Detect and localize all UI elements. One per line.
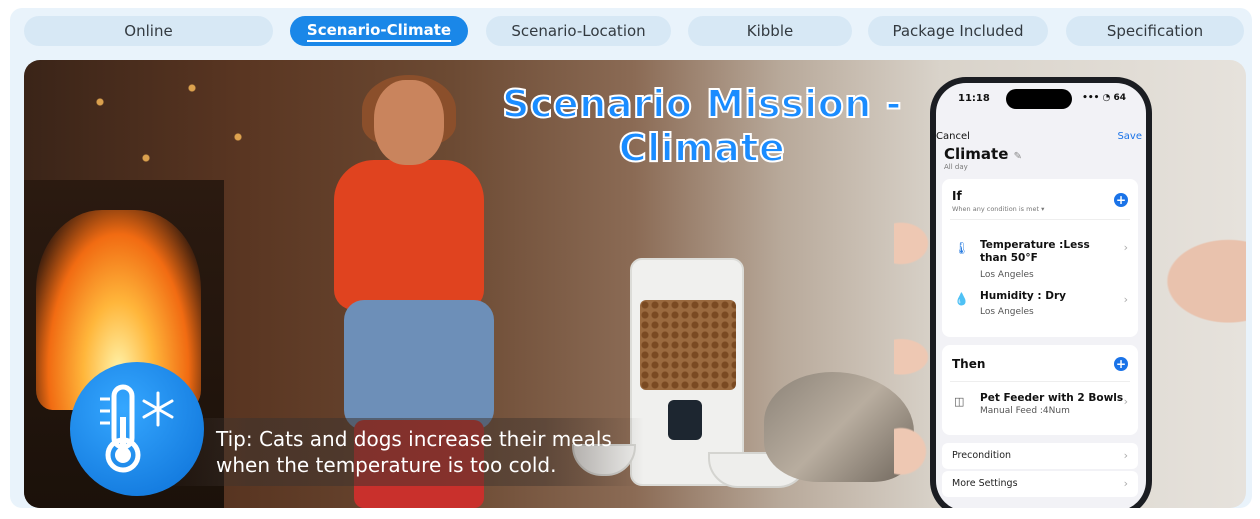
- tab-label: Online: [124, 22, 173, 40]
- if-card: If When any condition is met ▾ + 🌡 Tempe…: [942, 179, 1138, 337]
- tab-label: Kibble: [746, 22, 794, 40]
- condition-mode-dropdown[interactable]: When any condition is met ▾: [952, 205, 1044, 213]
- more-settings-row[interactable]: More Settings ›: [942, 471, 1138, 497]
- scene-subtitle: All day: [944, 163, 968, 171]
- scene-title: Climate ✎: [944, 145, 1022, 163]
- action-subtitle: Manual Feed :4Num: [980, 406, 1070, 416]
- cancel-button[interactable]: Cancel: [936, 131, 970, 142]
- tip-text: Tip: Cats and dogs increase their meals …: [216, 426, 636, 478]
- add-action-plus-icon[interactable]: +: [1114, 357, 1128, 371]
- condition-title: Humidity : Dry: [980, 290, 1067, 302]
- tab-scenario-location[interactable]: Scenario-Location: [486, 16, 671, 46]
- status-bar: 11:18 ••• ◔ 64: [958, 93, 1136, 107]
- phone-screen: 11:18 ••• ◔ 64 Cancel Save Climate ✎ All…: [936, 83, 1146, 508]
- save-button[interactable]: Save: [1117, 131, 1142, 142]
- then-card: Then + ◫ Pet Feeder with 2 Bowls Manual …: [942, 345, 1138, 435]
- precondition-label: Precondition: [952, 450, 1012, 461]
- tab-kibble[interactable]: Kibble: [688, 16, 852, 46]
- tab-label: Package Included: [892, 22, 1024, 40]
- cat-image: [764, 372, 914, 482]
- thermometer-icon: 🌡: [954, 241, 970, 255]
- thermometer-snowflake-icon: [70, 362, 204, 496]
- status-icons: ••• ◔ 64: [1082, 93, 1126, 103]
- tab-label: Specification: [1106, 22, 1204, 40]
- chevron-right-icon: ›: [1123, 449, 1128, 462]
- condition-location: Los Angeles: [980, 307, 1034, 317]
- water-drop-icon: 💧: [954, 292, 969, 306]
- scene-title-text: Climate: [944, 145, 1009, 163]
- phone-mockup: 11:18 ••• ◔ 64 Cancel Save Climate ✎ All…: [930, 77, 1152, 508]
- condition-location: Los Angeles: [980, 270, 1034, 280]
- feeder-device-icon: ◫: [954, 395, 965, 408]
- tab-label: Scenario-Climate: [306, 21, 452, 42]
- string-lights-decoration: [54, 60, 284, 200]
- chevron-right-icon: ›: [1123, 477, 1128, 490]
- edit-pencil-icon[interactable]: ✎: [1014, 151, 1022, 162]
- tab-package-included[interactable]: Package Included: [868, 16, 1048, 46]
- chevron-right-icon: ›: [1123, 241, 1128, 254]
- tab-specification[interactable]: Specification: [1066, 16, 1244, 46]
- hero-banner: Scenario Mission - Climate Tip: Cats and…: [24, 60, 1246, 508]
- hero-title: Scenario Mission - Climate: [501, 81, 902, 171]
- tip-line-2: when the temperature is too cold.: [216, 453, 557, 477]
- precondition-row[interactable]: Precondition ›: [942, 443, 1138, 469]
- more-settings-label: More Settings: [952, 478, 1018, 489]
- tip-line-1: Tip: Cats and dogs increase their meals: [216, 427, 612, 451]
- condition-title: Temperature :Less than 50°F: [980, 239, 1090, 264]
- if-heading: If: [952, 189, 962, 203]
- then-heading: Then: [952, 357, 986, 371]
- tab-scenario-climate[interactable]: Scenario-Climate: [290, 16, 468, 46]
- action-title: Pet Feeder with 2 Bowls: [980, 392, 1124, 404]
- tab-label: Scenario-Location: [511, 22, 646, 40]
- chevron-right-icon: ›: [1123, 293, 1128, 306]
- tab-online[interactable]: Online: [24, 16, 273, 46]
- status-time: 11:18: [958, 93, 990, 104]
- add-condition-plus-icon[interactable]: +: [1114, 193, 1128, 207]
- chevron-right-icon: ›: [1123, 395, 1128, 408]
